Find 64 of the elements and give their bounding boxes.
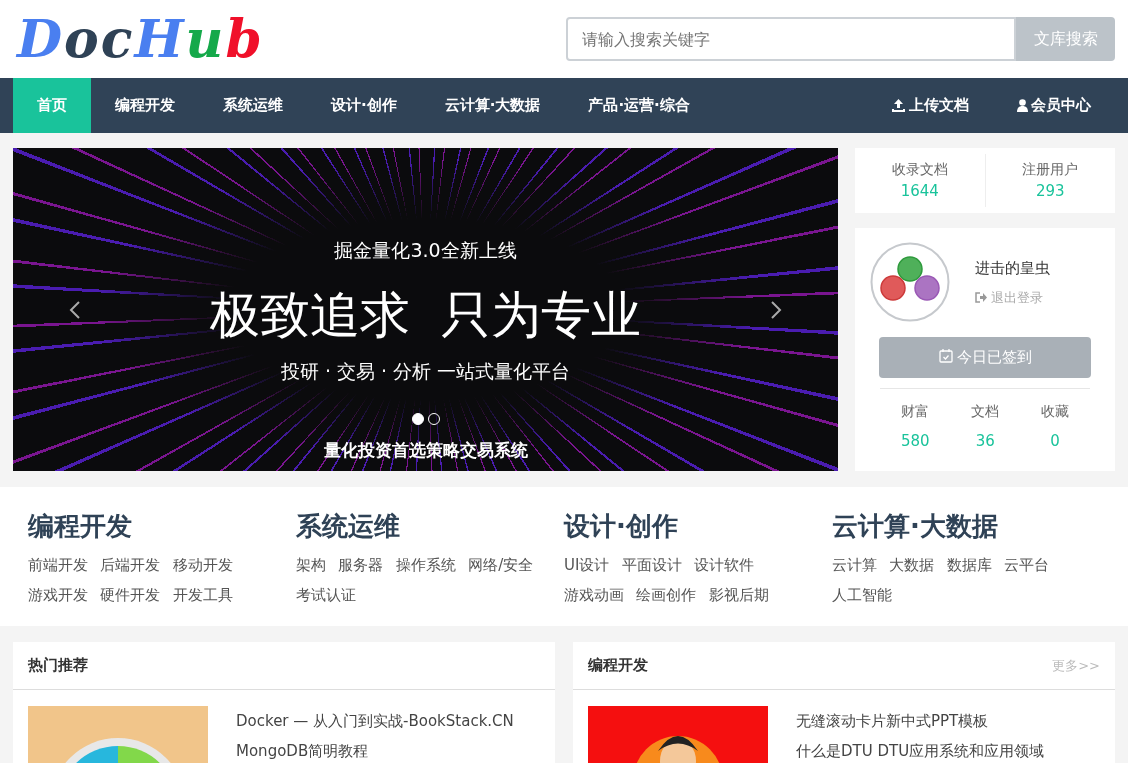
category-link[interactable]: 影视后期 — [708, 586, 769, 604]
article-link[interactable]: Docker — 从入门到实战-BookStack.CN — [236, 712, 514, 730]
banner-tagline: 投研 · 交易 · 分析 一站式量化平台 — [279, 359, 572, 384]
category-link[interactable]: 前端开发 — [28, 556, 88, 574]
stat-value: 580 — [899, 431, 931, 452]
stat-label: 文档 — [970, 402, 1001, 421]
user-name: 进击的皇虫 — [975, 258, 1050, 279]
category-link[interactable]: 大数据 — [889, 556, 935, 574]
category-link[interactable]: UI设计 — [564, 556, 610, 574]
stat-label: 收藏 — [1040, 402, 1071, 421]
panel-title: 热门推荐 — [28, 655, 88, 677]
category-link[interactable]: 设计软件 — [694, 556, 755, 574]
nav-link[interactable]: 会员中心 — [993, 78, 1115, 133]
article-link[interactable]: 什么是DTU DTU应用系统和应用领域 — [796, 742, 1045, 760]
logo[interactable]: DocHub — [17, 13, 264, 65]
nav-tab[interactable]: 云计算·大数据 — [420, 78, 565, 133]
banner-subtitle: 掘金量化3.0全新上线 — [333, 238, 518, 263]
clock-thumbnail[interactable] — [28, 706, 208, 763]
category-link[interactable]: 平面设计 — [621, 556, 682, 574]
stat-value: 36 — [974, 431, 996, 452]
stat-label: 注册用户 — [1021, 159, 1080, 179]
banner-headline: 极致追求 只为专业 — [208, 285, 643, 346]
category-title[interactable]: 编程开发 — [28, 507, 276, 546]
category-link[interactable]: 后端开发 — [100, 556, 161, 574]
category-link[interactable]: 移动开发 — [172, 556, 233, 574]
sign-out-icon — [975, 291, 987, 303]
stat-value: 0 — [1049, 431, 1061, 452]
category-title[interactable]: 系统运维 — [296, 507, 544, 546]
category-link[interactable]: 网络/安全 — [468, 556, 534, 574]
nav-tab[interactable]: 系统运维 — [199, 78, 307, 133]
category-title[interactable]: 设计·创作 — [564, 507, 812, 546]
carousel-indicator[interactable] — [411, 413, 424, 425]
previous-icon[interactable] — [69, 300, 81, 320]
cartoon-thumbnail[interactable] — [588, 706, 768, 763]
category-link[interactable]: 游戏动画 — [564, 586, 624, 604]
category-link[interactable]: 数据库 — [946, 556, 992, 574]
stat-value: 293 — [1034, 180, 1066, 202]
category-link[interactable]: 游戏开发 — [28, 586, 88, 604]
panel-title: 编程开发 — [588, 655, 648, 677]
category-link[interactable]: 开发工具 — [172, 586, 233, 604]
stat-label: 财富 — [900, 402, 931, 421]
nav-tab[interactable]: 编程开发 — [91, 78, 199, 133]
category-link[interactable]: 服务器 — [338, 556, 384, 574]
stat-label: 收录文档 — [890, 159, 949, 179]
category-link[interactable]: 人工智能 — [832, 586, 892, 604]
category-link[interactable]: 云计算 — [832, 556, 877, 574]
search-field[interactable]: 请输入搜索关键字 — [566, 17, 1016, 61]
nav-tab[interactable]: 产品·运营·综合 — [564, 78, 714, 133]
category-title[interactable]: 云计算·大数据 — [832, 507, 1080, 546]
category-link[interactable]: 绘画创作 — [636, 586, 697, 604]
article-link[interactable]: MongoDB简明教程 — [236, 742, 369, 760]
upload-icon — [892, 99, 905, 112]
user-icon — [1017, 99, 1028, 112]
article-link[interactable]: 无缝滚动卡片新中式PPT模板 — [796, 712, 989, 730]
category-link[interactable]: 考试认证 — [296, 586, 356, 604]
category-link[interactable]: 操作系统 — [395, 556, 456, 574]
category-link[interactable]: 硬件开发 — [100, 586, 161, 604]
category-link[interactable]: 架构 — [296, 556, 326, 574]
calendar-icon — [938, 349, 953, 364]
nav-link[interactable]: 上传文档 — [868, 78, 993, 133]
next-icon[interactable] — [770, 300, 782, 320]
stat-value: 1644 — [899, 180, 940, 202]
category-link[interactable]: 云平台 — [1004, 556, 1050, 574]
nav-tab[interactable]: 设计·创作 — [307, 78, 421, 133]
